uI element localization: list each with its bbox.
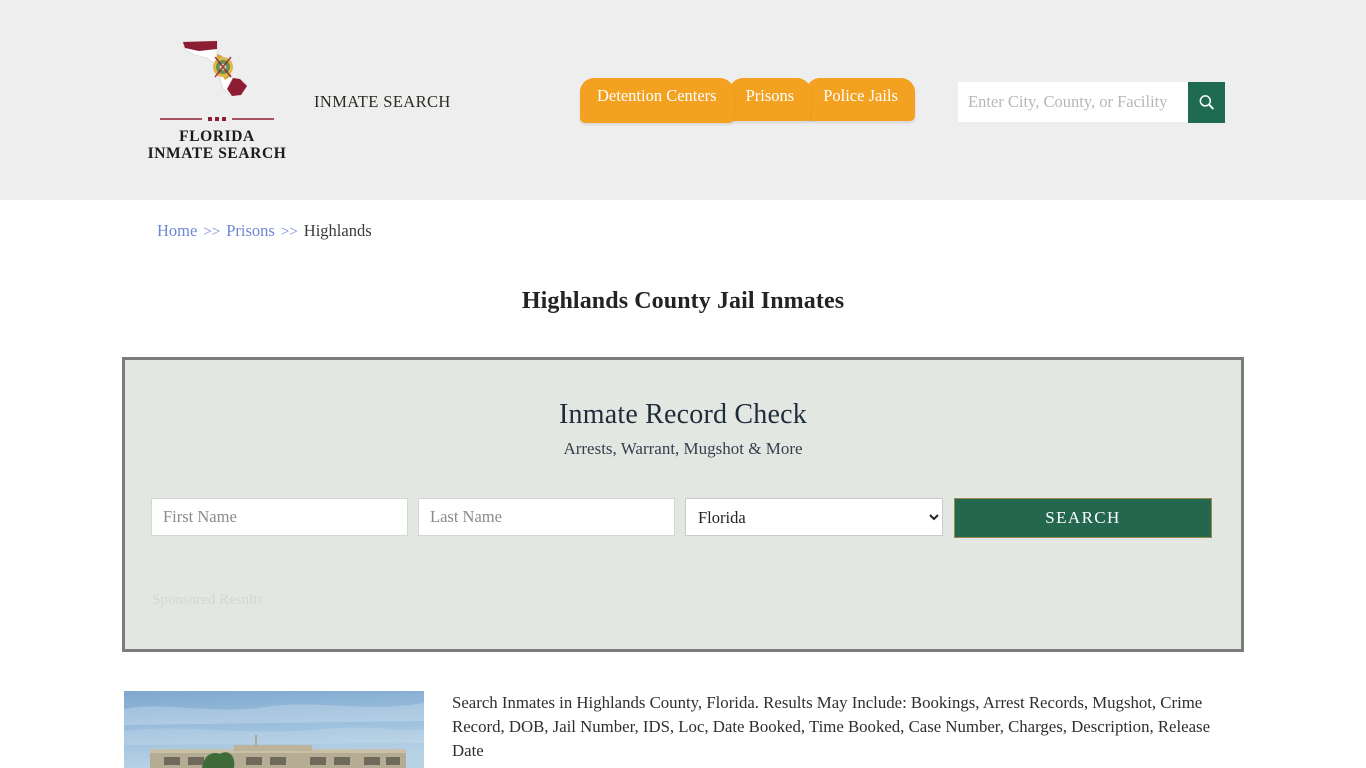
first-name-input[interactable] <box>151 498 408 536</box>
logo-divider-icon <box>160 117 274 121</box>
nav-tab-detention-centers[interactable]: Detention Centers <box>580 78 734 123</box>
breadcrumb: Home >> Prisons >> Highlands <box>157 221 372 241</box>
nav-tab-prisons[interactable]: Prisons <box>728 78 812 121</box>
header-search-input[interactable] <box>958 82 1188 122</box>
last-name-input[interactable] <box>418 498 675 536</box>
header-tagline: INMATE SEARCH <box>314 92 451 111</box>
logo-line-2: INMATE SEARCH <box>147 145 287 163</box>
sponsored-results-label: Sponsored Results <box>152 592 264 608</box>
jail-building-photo <box>124 691 424 768</box>
page-description: Search Inmates in Highlands County, Flor… <box>452 693 1211 761</box>
page-title: Highlands County Jail Inmates <box>521 288 845 315</box>
record-search-button[interactable]: SEARCH <box>954 498 1212 538</box>
breadcrumb-link-home[interactable]: Home <box>157 221 197 240</box>
breadcrumb-current: Highlands <box>303 221 372 240</box>
breadcrumb-separator-1: >> <box>203 224 221 240</box>
header-search-button[interactable] <box>1188 82 1225 123</box>
breadcrumb-link-prisons[interactable]: Prisons <box>226 221 275 240</box>
record-check-form: Florida SEARCH <box>125 498 1241 538</box>
jail-building-thumbnail[interactable] <box>124 691 424 768</box>
record-check-subtitle: Arrests, Warrant, Mugshot & More <box>563 439 803 458</box>
search-icon <box>1199 95 1214 110</box>
site-logo[interactable]: FLORIDA INMATE SEARCH <box>146 34 288 163</box>
florida-state-map-icon <box>182 40 248 97</box>
header-search-bar <box>958 82 1225 123</box>
breadcrumb-separator-2: >> <box>280 224 298 240</box>
nav-tab-police-jails[interactable]: Police Jails <box>806 78 915 121</box>
content-row: Search Inmates in Highlands County, Flor… <box>124 691 1244 768</box>
site-header: FLORIDA INMATE SEARCH INMATE SEARCH Dete… <box>0 0 1366 200</box>
logo-wordmark: FLORIDA INMATE SEARCH <box>146 128 288 163</box>
record-check-title: Inmate Record Check <box>559 399 807 430</box>
state-select[interactable]: Florida <box>685 498 943 536</box>
primary-navigation: Detention Centers Prisons Police Jails <box>580 78 915 126</box>
inmate-record-check-panel: Inmate Record Check Arrests, Warrant, Mu… <box>122 357 1244 652</box>
logo-line-1: FLORIDA <box>179 128 255 145</box>
